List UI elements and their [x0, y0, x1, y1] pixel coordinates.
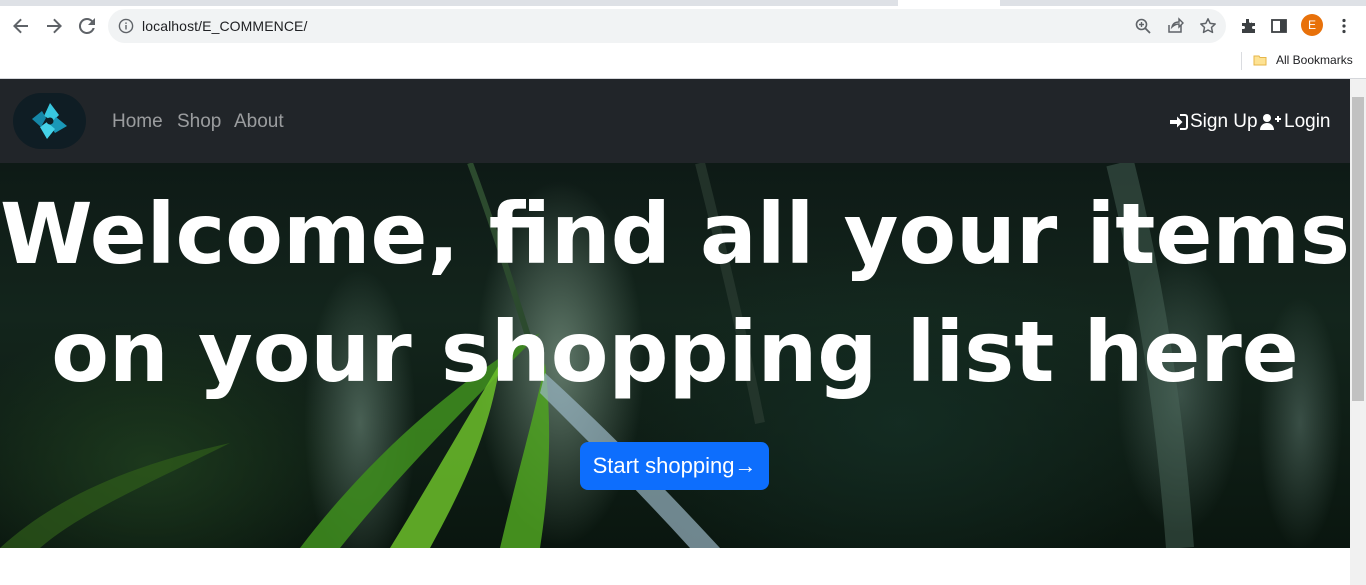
scrollbar-thumb[interactable]	[1352, 97, 1364, 401]
reload-button[interactable]	[75, 14, 99, 38]
login-link[interactable]: Login	[1260, 111, 1331, 133]
hero-banner: Welcome, find all your items on your sho…	[0, 163, 1350, 548]
bookmarks-separator	[1241, 52, 1242, 70]
hero-title-line-1: Welcome, find all your items	[0, 185, 1350, 283]
user-plus-icon	[1260, 114, 1281, 130]
side-panel-icon[interactable]	[1270, 17, 1288, 35]
login-label: Login	[1284, 111, 1331, 132]
nav-link-home[interactable]: Home	[112, 111, 163, 133]
profile-avatar[interactable]: E	[1301, 14, 1323, 36]
more-menu-icon[interactable]	[1335, 17, 1353, 35]
zoom-icon[interactable]	[1134, 17, 1152, 35]
signup-link[interactable]: Sign Up	[1169, 111, 1258, 133]
extensions-icon[interactable]	[1239, 17, 1257, 35]
reload-icon	[78, 17, 95, 34]
site-info-icon[interactable]	[118, 18, 134, 34]
logo-icon	[31, 103, 67, 139]
bookmarks-bar: All Bookmarks	[0, 46, 1366, 79]
address-bar[interactable]: localhost/E_COMMENCE/	[108, 9, 1226, 43]
nav-link-about[interactable]: About	[234, 111, 284, 133]
share-icon[interactable]	[1166, 17, 1184, 35]
nav-link-shop[interactable]: Shop	[177, 111, 221, 133]
browser-toolbar: localhost/E_COMMENCE/ E	[0, 6, 1366, 46]
site-navbar: Home Shop About Sign Up Login	[0, 79, 1350, 163]
folder-icon	[1253, 55, 1267, 66]
signup-label: Sign Up	[1190, 111, 1258, 132]
brand-logo[interactable]	[13, 93, 86, 149]
arrow-left-icon	[13, 18, 28, 34]
page-scrollbar[interactable]	[1350, 79, 1366, 585]
back-button[interactable]	[9, 14, 33, 38]
arrow-right-icon	[47, 18, 62, 34]
page-viewport: Home Shop About Sign Up Login Welcome, f…	[0, 79, 1350, 585]
bookmark-star-icon[interactable]	[1199, 17, 1217, 35]
start-shopping-button[interactable]: Start shopping→	[580, 442, 769, 490]
all-bookmarks-link[interactable]: All Bookmarks	[1276, 53, 1353, 67]
hero-title: Welcome, find all your items on your sho…	[0, 175, 1350, 411]
hero-title-line-2: on your shopping list here	[51, 303, 1299, 401]
forward-button[interactable]	[42, 14, 66, 38]
url-text[interactable]: localhost/E_COMMENCE/	[142, 18, 307, 34]
sign-in-arrow-icon	[1170, 114, 1188, 130]
